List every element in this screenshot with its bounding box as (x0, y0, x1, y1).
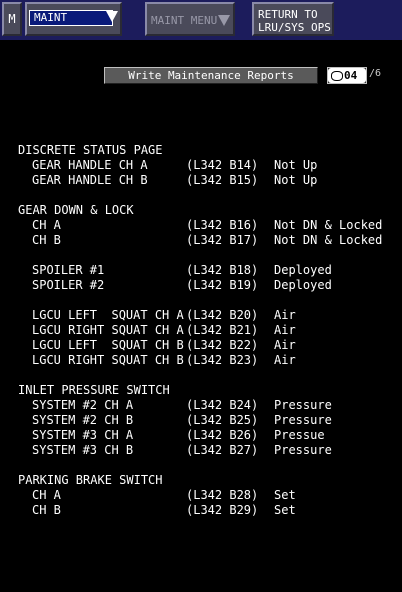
row-status: Pressue (274, 428, 325, 442)
current-page: 04 (344, 69, 358, 82)
row-pin: (L342 B18) (186, 263, 259, 277)
row-pin: (L342 B28) (186, 488, 259, 502)
maint-menu-label: MAINT MENU (151, 14, 218, 27)
row-pin: (L342 B27) (186, 443, 259, 457)
m-button[interactable]: M (2, 2, 22, 36)
row-name: SPOILER #2 (32, 278, 105, 292)
row-name: CH A (32, 488, 61, 502)
section-title: PARKING BRAKE SWITCH (18, 473, 163, 487)
row-status: Set (274, 503, 296, 517)
row-status: Air (274, 323, 296, 337)
row-status: Pressure (274, 413, 332, 427)
row-pin: (L342 B24) (186, 398, 259, 412)
section-title: INLET PRESSURE SWITCH (18, 383, 170, 397)
mode-select-value: MAINT (34, 11, 68, 24)
row-status: Air (274, 308, 296, 322)
row-name: SYSTEM #2 CH A (32, 398, 134, 412)
row-name: SYSTEM #3 CH A (32, 428, 134, 442)
row-status: Not DN & Locked (274, 218, 383, 232)
section-title: GEAR DOWN & LOCK (18, 203, 134, 217)
row-pin: (L342 B20) (186, 308, 259, 322)
row-status: Set (274, 488, 296, 502)
row-status: Air (274, 353, 296, 367)
row-name: SYSTEM #3 CH B (32, 443, 134, 457)
row-name: CH B (32, 233, 61, 247)
row-pin: (L342 B23) (186, 353, 259, 367)
return-to-lru-sys-ops-button[interactable]: RETURN TO LRU/SYS OPS (252, 2, 334, 36)
row-pin: (L342 B14) (186, 158, 259, 172)
row-status: Deployed (274, 278, 332, 292)
row-pin: (L342 B26) (186, 428, 259, 442)
row-pin: (L342 B16) (186, 218, 259, 232)
row-pin: (L342 B19) (186, 278, 259, 292)
page-selector[interactable]: 04 (327, 67, 367, 84)
row-status: Air (274, 338, 296, 352)
return-label-line1: RETURN TO (258, 8, 318, 21)
row-status: Pressure (274, 443, 332, 457)
return-label-line2: LRU/SYS OPS (258, 21, 331, 34)
total-pages: /6 (369, 68, 382, 79)
section-title: DISCRETE STATUS PAGE (18, 143, 163, 157)
row-pin: (L342 B22) (186, 338, 259, 352)
row-pin: (L342 B21) (186, 323, 259, 337)
row-pin: (L342 B29) (186, 503, 259, 517)
row-name: SPOILER #1 (32, 263, 105, 277)
top-bar: M MAINT MAINT MENU RETURN TO LRU/SYS OPS (0, 0, 402, 40)
row-pin: (L342 B25) (186, 413, 259, 427)
row-name: GEAR HANDLE CH A (32, 158, 148, 172)
page-stack-icon (331, 71, 343, 81)
row-name: LGCU RIGHT SQUAT CH A (32, 323, 184, 337)
row-pin: (L342 B15) (186, 173, 259, 187)
row-name: LGCU RIGHT SQUAT CH B (32, 353, 184, 367)
page-indicator: 04 (328, 68, 366, 83)
row-status: Not DN & Locked (274, 233, 383, 247)
row-pin: (L342 B17) (186, 233, 259, 247)
row-name: CH B (32, 503, 61, 517)
row-name: LGCU LEFT SQUAT CH B (32, 338, 184, 352)
row-name: SYSTEM #2 CH B (32, 413, 134, 427)
row-name: CH A (32, 218, 61, 232)
write-maintenance-reports-button[interactable]: Write Maintenance Reports (104, 67, 318, 84)
chevron-down-icon (218, 15, 230, 26)
mode-select[interactable]: MAINT (25, 2, 122, 36)
mode-select-value-box: MAINT (29, 10, 113, 26)
maint-menu-button[interactable]: MAINT MENU (145, 2, 235, 36)
chevron-down-icon[interactable] (106, 11, 118, 22)
row-status: Not Up (274, 173, 318, 187)
row-status: Deployed (274, 263, 332, 277)
row-name: GEAR HANDLE CH B (32, 173, 148, 187)
row-status: Pressure (274, 398, 332, 412)
row-status: Not Up (274, 158, 318, 172)
row-name: LGCU LEFT SQUAT CH A (32, 308, 184, 322)
